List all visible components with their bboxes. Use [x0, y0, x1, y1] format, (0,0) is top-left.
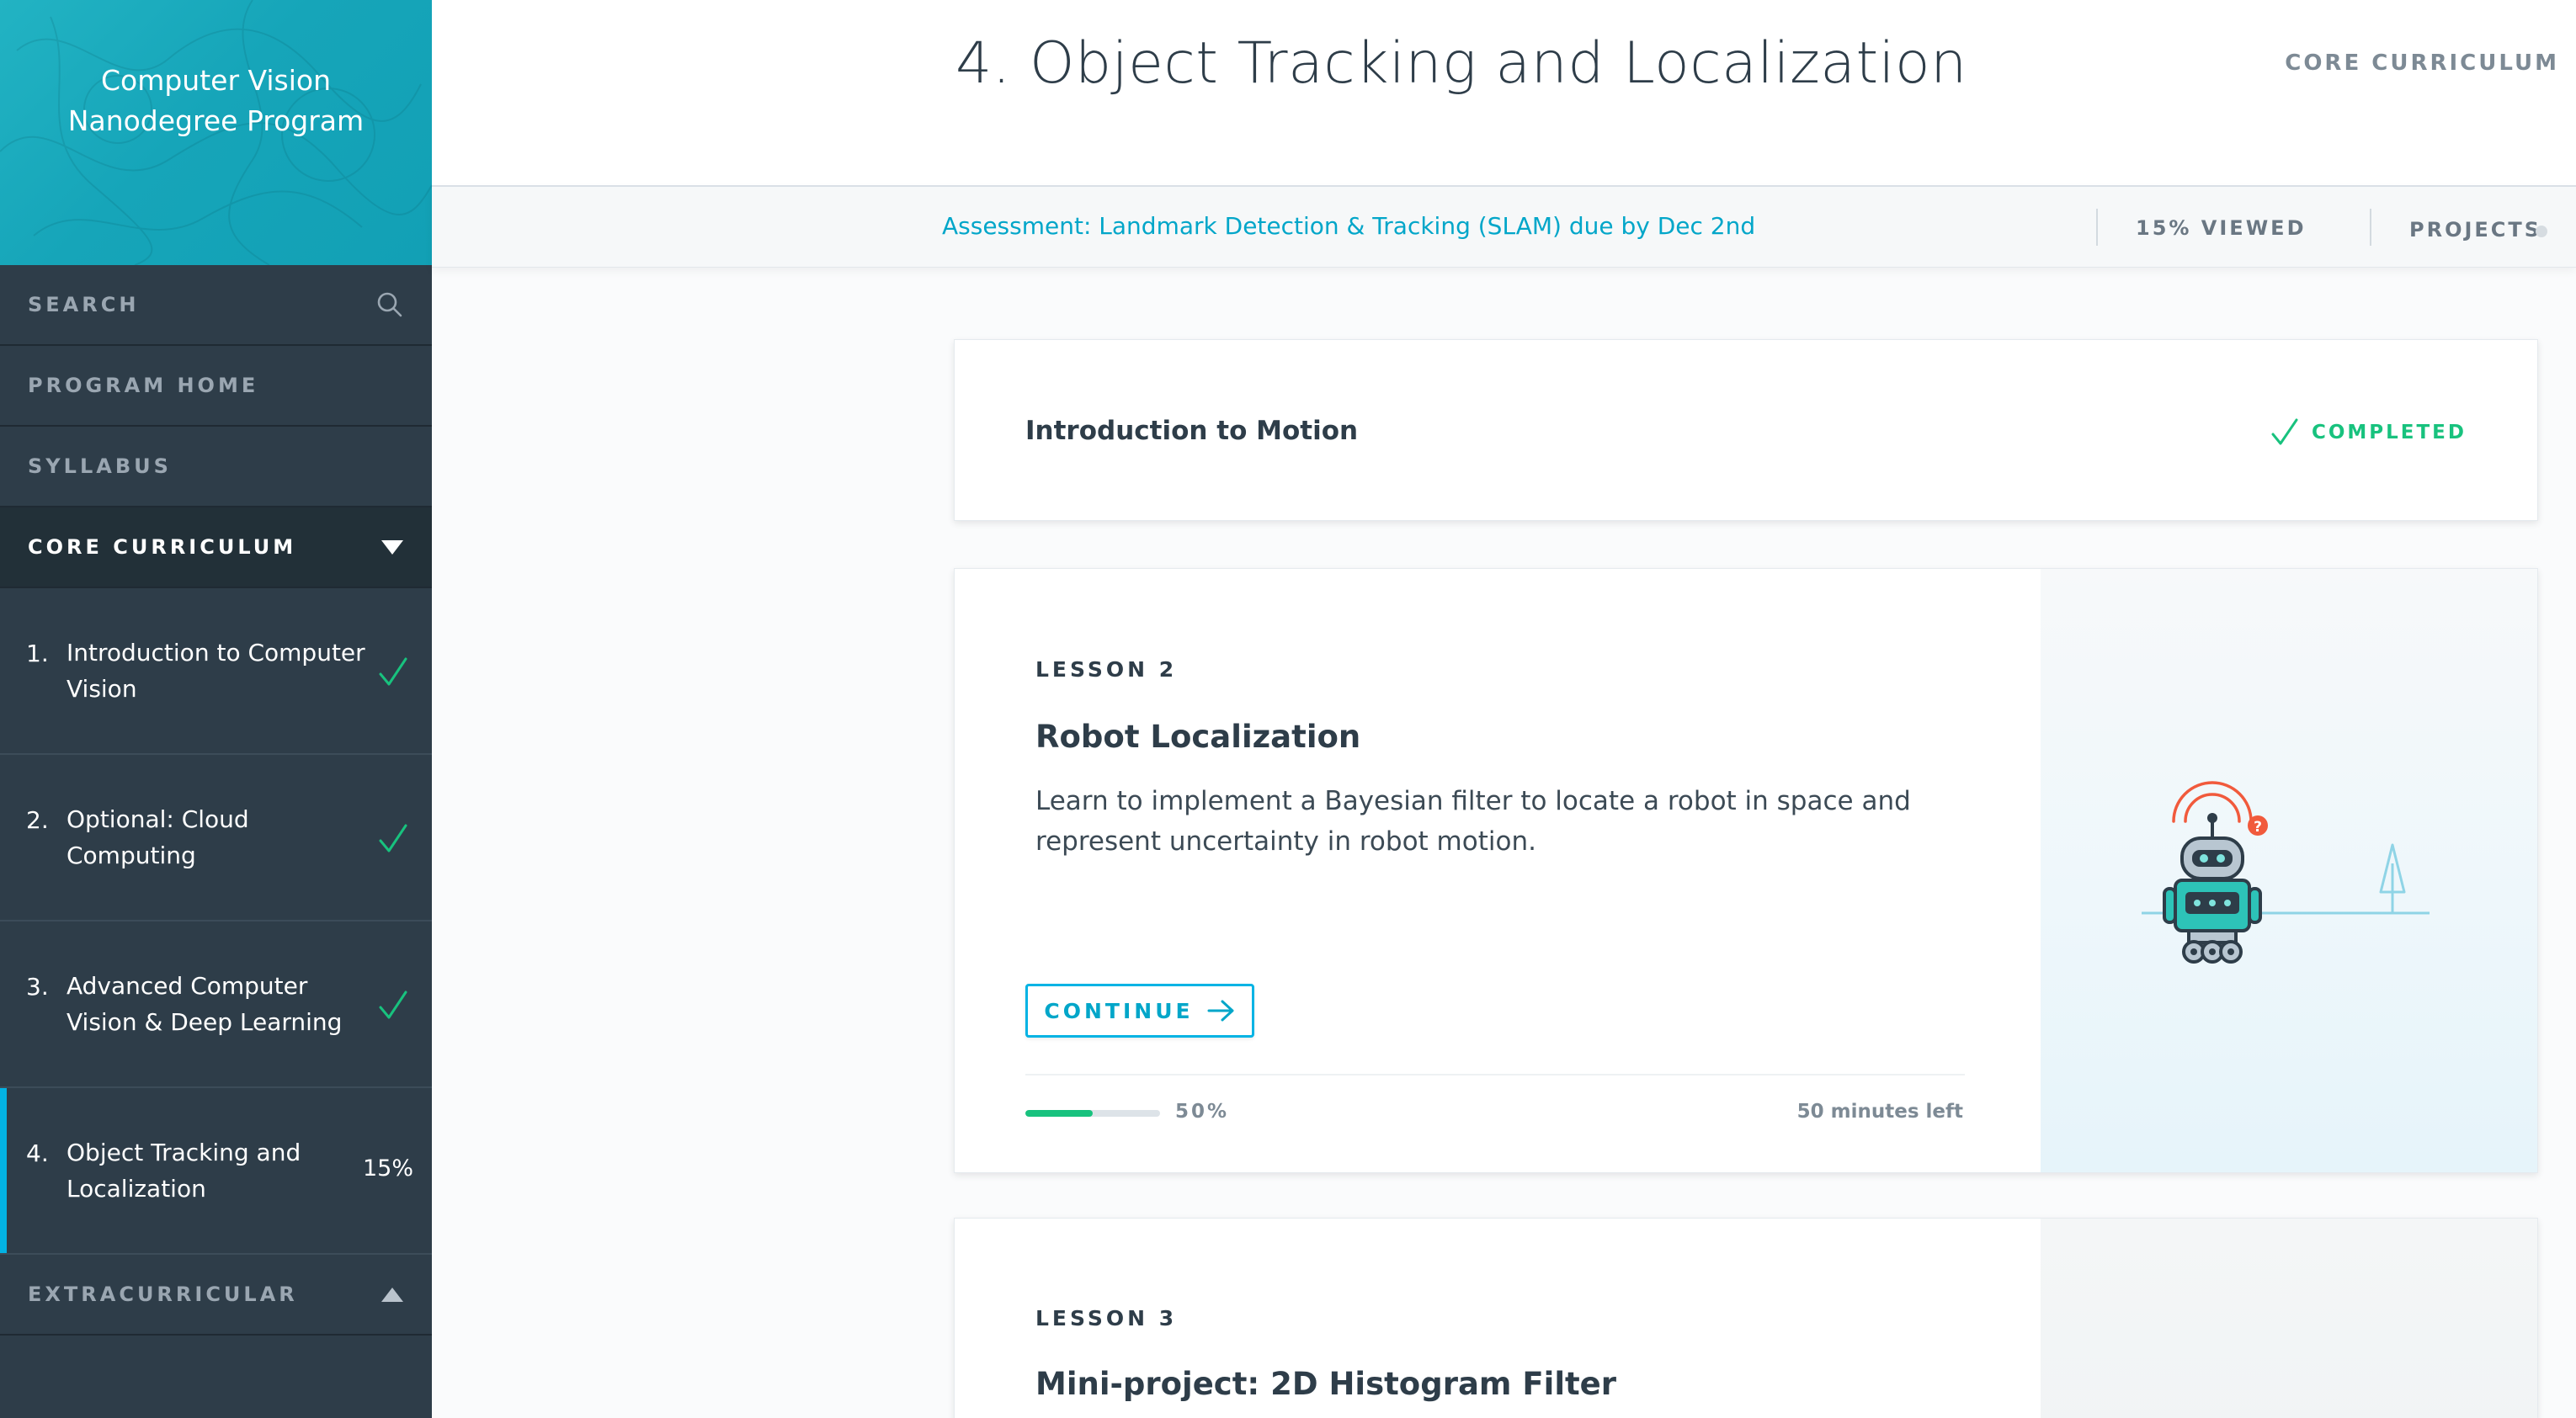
lesson-number: 4. [26, 1139, 49, 1167]
check-icon [379, 990, 407, 1019]
assessment-link[interactable]: Assessment: Landmark Detection & Trackin… [942, 212, 1755, 240]
caret-up-icon[interactable] [381, 1287, 403, 1302]
check-icon [2271, 418, 2298, 445]
lesson-info-panel: LESSON 3 Mini-project: 2D Histogram Filt… [955, 1219, 2041, 1418]
robot-illustration: ? [2142, 781, 2430, 964]
svg-text:?: ? [2254, 819, 2262, 836]
lesson-title: Robot Localization [1035, 719, 1361, 755]
lesson-kicker: LESSON 3 [1035, 1306, 1178, 1330]
projects-link[interactable]: PROJECTS [2409, 218, 2541, 242]
continue-button-label: CONTINUE [1044, 998, 1194, 1023]
lesson-info-panel: LESSON 2 Robot Localization Learn to imp… [955, 569, 2041, 1172]
sidebar-lesson-4[interactable]: 4. Object Tracking and Localization 15% [0, 1088, 432, 1255]
page-title: 4. Object Tracking and Localization [955, 30, 1967, 97]
status-text: COMPLETED [2311, 422, 2467, 443]
sidebar-section-extracurricular[interactable]: EXTRACURRICULAR [0, 1255, 432, 1336]
projects-indicator-dot [2536, 226, 2547, 237]
progress-percent: 50% [1175, 1101, 1230, 1123]
lesson-description: Learn to implement a Bayesian filter to … [1035, 786, 1911, 857]
search-label: SEARCH [28, 293, 140, 316]
sidebar-search[interactable]: SEARCH [0, 265, 432, 346]
page-header: 4. Object Tracking and Localization CORE… [432, 0, 2576, 187]
lesson-number: 3. [26, 972, 49, 1001]
concept-card-completed[interactable]: Introduction to Motion COMPLETED [954, 339, 2538, 521]
lesson-title: Mini-project: 2D Histogram Filter [1035, 1366, 1617, 1402]
lesson-card: LESSON 3 Mini-project: 2D Histogram Filt… [954, 1218, 2538, 1418]
card-title: Introduction to Motion [1025, 416, 1359, 446]
lesson-kicker: LESSON 2 [1035, 657, 1178, 682]
divider [1025, 1074, 1965, 1075]
lesson-number: 1. [26, 639, 49, 667]
progress-bar-fill [1025, 1110, 1093, 1117]
lesson-progress: 15% [362, 1155, 413, 1182]
check-icon [379, 824, 407, 852]
sidebar-lesson-2[interactable]: 2. Optional: Cloud Computing [0, 755, 432, 921]
program-title: Computer Vision Nanodegree Program [67, 64, 365, 137]
viewed-status: 15% VIEWED [2136, 216, 2307, 240]
divider [2370, 209, 2371, 246]
brand-header[interactable]: Computer Vision Nanodegree Program [0, 0, 432, 265]
check-icon [379, 657, 407, 686]
extracurricular-label: EXTRACURRICULAR [28, 1283, 298, 1306]
lesson-label: Object Tracking and Localization [67, 1139, 301, 1203]
status-badge: COMPLETED [2271, 417, 2467, 448]
lesson-label: Optional: Cloud Computing [67, 805, 249, 869]
arrow-right-icon [1207, 1000, 1234, 1022]
breadcrumb[interactable]: CORE CURRICULUM [2285, 50, 2559, 76]
lesson-card: LESSON 2 Robot Localization Learn to imp… [954, 568, 2538, 1173]
sidebar: Computer Vision Nanodegree Program SEARC… [0, 0, 432, 1418]
sidebar-item-program-home[interactable]: PROGRAM HOME [0, 346, 432, 427]
lesson-label: Introduction to Computer Vision [67, 639, 365, 703]
sidebar-section-core-curriculum[interactable]: CORE CURRICULUM [0, 507, 432, 588]
time-left: 50 minutes left [1796, 1101, 1963, 1123]
lesson-art-panel [2041, 1219, 2537, 1418]
syllabus-label: SYLLABUS [28, 454, 172, 478]
progress-bar [1025, 1110, 1160, 1117]
status-bar: Assessment: Landmark Detection & Trackin… [432, 187, 2576, 268]
core-curriculum-label: CORE CURRICULUM [28, 535, 297, 559]
lesson-label: Advanced Computer Vision & Deep Learning [67, 972, 343, 1036]
continue-button[interactable]: CONTINUE [1025, 984, 1254, 1038]
sidebar-item-syllabus[interactable]: SYLLABUS [0, 427, 432, 507]
caret-down-icon[interactable] [381, 539, 403, 555]
sidebar-lesson-3[interactable]: 3. Advanced Computer Vision & Deep Learn… [0, 921, 432, 1088]
divider [2096, 209, 2098, 246]
sidebar-lesson-1[interactable]: 1. Introduction to Computer Vision [0, 588, 432, 755]
search-icon[interactable] [376, 291, 403, 318]
program-home-label: PROGRAM HOME [28, 374, 259, 397]
lesson-number: 2. [26, 805, 49, 834]
